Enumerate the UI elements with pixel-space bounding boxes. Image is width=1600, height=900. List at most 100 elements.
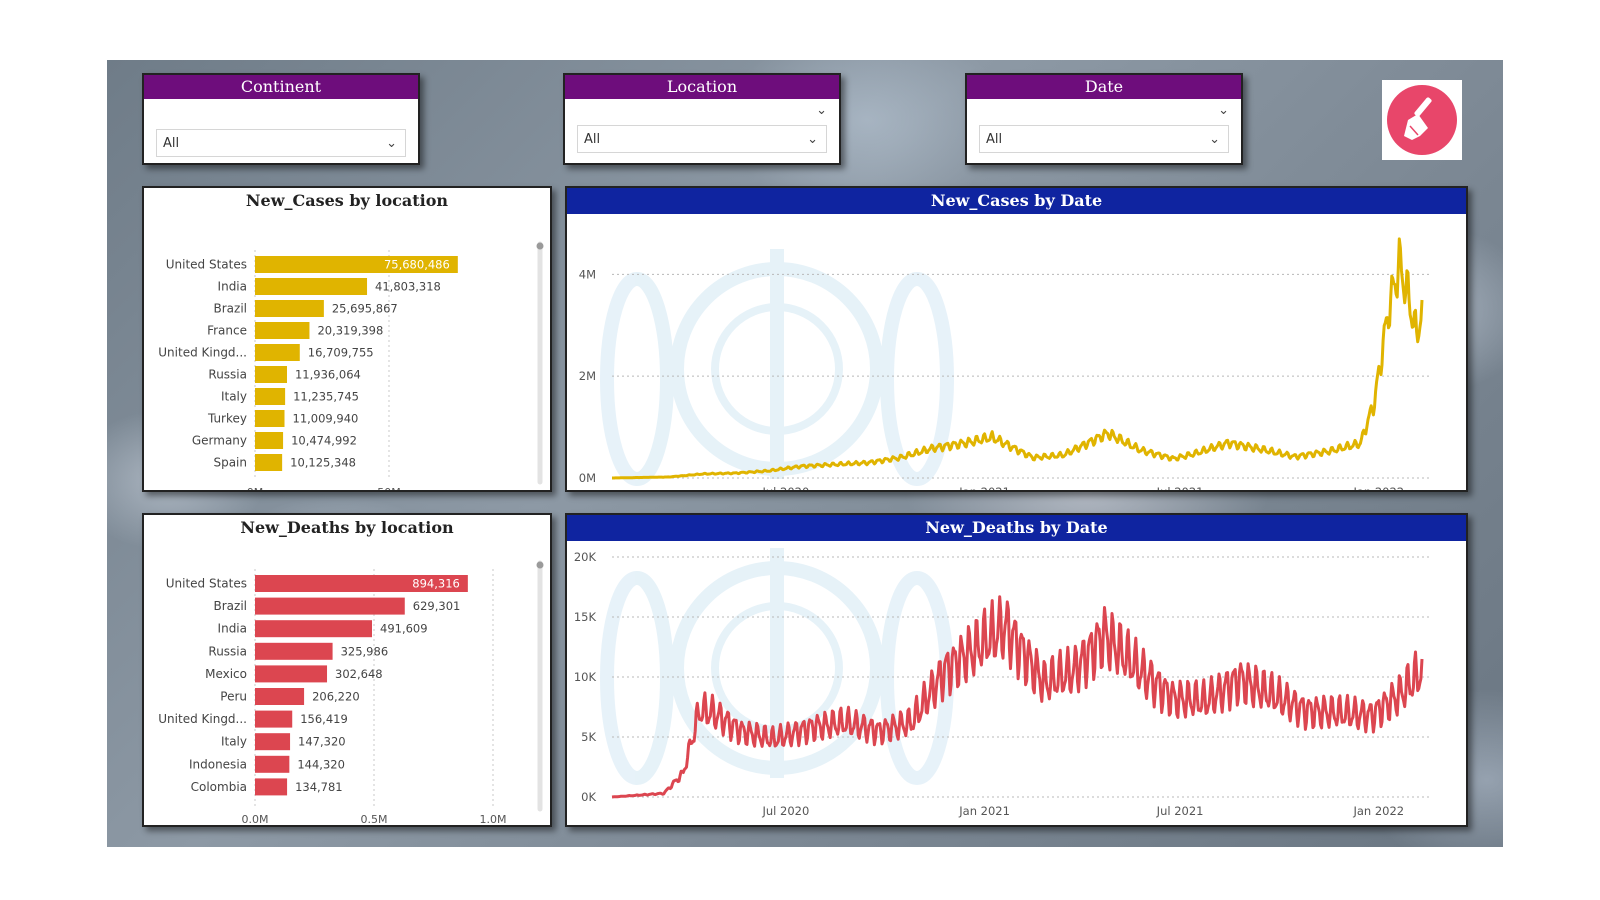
data-label: 325,986: [341, 644, 389, 658]
location-dropdown-value: All: [584, 132, 601, 147]
x-tick-label: 1.0M: [480, 813, 507, 825]
data-label: 206,220: [312, 690, 360, 704]
bar: [255, 688, 305, 705]
bar: [255, 642, 333, 660]
data-label: 11,009,940: [293, 412, 359, 426]
deaths-by-date-chart: 0K 5K 10K 15K 20K Jul 2020 Jan 2021 Jul 2021 Jan…: [574, 548, 1432, 818]
bar: [255, 388, 286, 405]
x-tick-label: 50M: [377, 486, 401, 490]
deaths-by-location-panel: New_Deaths by location 0.0M 0.5M 1.0M Unite…: [142, 513, 552, 827]
category-label: Germany: [192, 434, 247, 448]
y-tick-label: 4M: [579, 267, 596, 281]
cases-by-location-panel: New_Cases by location 0M 50M United States…: [142, 186, 552, 499]
x-tick-label: Jul 2021: [1156, 804, 1204, 818]
x-tick-label: Jul 2021: [1156, 485, 1204, 490]
category-label: Brazil: [214, 599, 248, 613]
data-label: 629,301: [413, 599, 461, 613]
bar: [255, 710, 293, 728]
who-watermark: [600, 249, 954, 486]
category-label: United States: [166, 258, 247, 272]
location-slicer-title: Location: [565, 75, 839, 99]
data-label: 894,316: [412, 577, 460, 591]
panel-title: New_Deaths by location: [240, 518, 454, 537]
category-label: Italy: [221, 390, 247, 404]
scrollbar-thumb: [536, 242, 544, 250]
category-label: United Kingd...: [158, 712, 247, 726]
scrollbar-thumb: [536, 561, 544, 569]
data-label: 147,320: [298, 735, 346, 749]
x-tick-label: Jan 2022: [1352, 485, 1404, 490]
chevron-down-icon: ⌄: [807, 132, 818, 147]
data-label: 75,680,486: [384, 258, 450, 272]
cases-by-date-panel: New_Cases by Date 0M 2M 4M Jul 2020 Jan 2021…: [565, 186, 1468, 499]
x-tick-label: Jan 2022: [1352, 804, 1404, 818]
data-label: 41,803,318: [375, 280, 441, 294]
bar: [255, 778, 288, 796]
bar: [255, 665, 328, 683]
data-label: 156,419: [300, 712, 348, 726]
data-label: 134,781: [295, 780, 343, 794]
clear-filters-button[interactable]: [1382, 80, 1462, 160]
x-tick-label: Jan 2021: [958, 485, 1010, 490]
category-label: United States: [166, 577, 247, 591]
category-label: Spain: [213, 456, 247, 470]
bar: [255, 344, 300, 361]
continent-dropdown[interactable]: All ⌄: [156, 129, 406, 157]
bar: [255, 366, 287, 383]
chevron-down-icon[interactable]: ⌄: [1218, 103, 1229, 118]
data-label: 491,609: [380, 622, 428, 636]
data-label: 144,320: [297, 757, 345, 771]
eraser-icon: [1387, 85, 1457, 155]
continent-slicer[interactable]: Continent All ⌄: [142, 73, 420, 165]
y-tick-label: 2M: [579, 369, 596, 383]
deaths-by-location-chart: 0.0M 0.5M 1.0M United States 894,316 Brazil 62…: [158, 560, 544, 826]
data-label: 302,648: [335, 667, 383, 681]
continent-dropdown-value: All: [163, 136, 180, 151]
date-slicer[interactable]: Date ⌄ All ⌄: [965, 73, 1243, 165]
y-tick-label: 10K: [574, 670, 597, 684]
category-label: Peru: [220, 690, 247, 704]
bar: [255, 322, 310, 339]
watermark-laurel: [600, 272, 674, 486]
deaths-by-date-panel: New_Deaths by Date 0K 5K 10K 15K 20K Jul 2020…: [565, 513, 1468, 827]
category-label: Italy: [221, 735, 247, 749]
y-tick-label: 0M: [579, 471, 596, 485]
category-label: India: [218, 622, 247, 636]
category-label: France: [207, 324, 247, 338]
data-label: 20,319,398: [317, 324, 383, 338]
x-tick-label: Jul 2020: [761, 804, 809, 818]
bar: [255, 454, 283, 471]
bar: [255, 733, 291, 751]
location-dropdown[interactable]: All ⌄: [577, 125, 827, 153]
cases-by-location-chart: 0M 50M United States 75,680,486 India 41,803,…: [158, 241, 544, 499]
data-label: 16,709,755: [308, 346, 374, 360]
category-label: Russia: [208, 644, 247, 658]
category-label: Turkey: [207, 412, 247, 426]
category-label: Colombia: [191, 780, 247, 794]
bar: [255, 597, 405, 615]
data-label: 11,936,064: [295, 368, 361, 382]
bar: [255, 410, 285, 427]
x-tick-label: 0.5M: [361, 813, 388, 825]
data-label: 10,474,992: [291, 434, 357, 448]
y-tick-label: 15K: [574, 610, 597, 624]
cases-by-date-chart: 0M 2M 4M Jul 2020 Jan 2021 Jul 2021 Jan 2022: [579, 237, 1432, 499]
x-tick-label: Jul 2020: [761, 485, 809, 490]
chevron-down-icon: ⌄: [386, 136, 397, 151]
x-tick-label: Jan 2021: [958, 804, 1010, 818]
panel-title: New_Cases by location: [245, 191, 449, 210]
bar: [255, 432, 284, 449]
date-dropdown[interactable]: All ⌄: [979, 125, 1229, 153]
category-label: Brazil: [214, 302, 248, 316]
location-slicer[interactable]: Location ⌄ All ⌄: [563, 73, 841, 165]
bar: [255, 620, 373, 638]
category-label: Mexico: [205, 667, 247, 681]
y-tick-label: 5K: [581, 730, 596, 744]
chevron-down-icon: ⌄: [1209, 132, 1220, 147]
category-label: Indonesia: [189, 757, 247, 771]
y-tick-label: 20K: [574, 550, 597, 564]
chevron-down-icon[interactable]: ⌄: [816, 103, 827, 118]
panel-title: New_Deaths by Date: [567, 515, 1466, 541]
date-dropdown-value: All: [986, 132, 1003, 147]
data-label: 10,125,348: [290, 456, 356, 470]
